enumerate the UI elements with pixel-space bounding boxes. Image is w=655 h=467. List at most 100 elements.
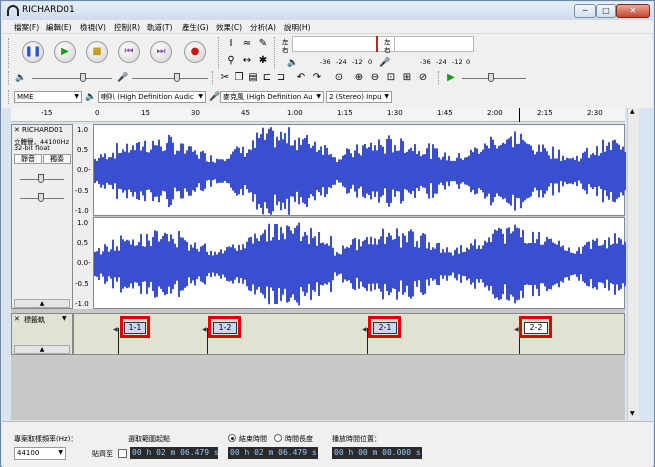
fit-project-icon[interactable]: ⊞	[400, 71, 414, 85]
waveform-sample	[112, 239, 114, 289]
waveform-sample	[316, 151, 318, 191]
menu-tracks[interactable]: 軌道(T)	[147, 22, 172, 33]
play-at-speed-icon[interactable]: ▶	[444, 71, 458, 85]
length-radio[interactable]	[274, 434, 282, 442]
cut-icon[interactable]: ✂	[218, 71, 232, 85]
snap-to-checkbox[interactable]	[118, 449, 127, 458]
label-track[interactable]: ◀ 1-1 ◀ 1-2 ◀ 2-1 ◀ 2-2	[73, 313, 625, 355]
input-volume-slider[interactable]	[132, 78, 208, 79]
waveform-sample	[182, 237, 184, 291]
audio-host-select[interactable]: MME ▼	[14, 91, 82, 103]
tools-grip[interactable]	[218, 37, 221, 69]
output-volume-slider[interactable]	[32, 78, 112, 79]
play-speed-thumb[interactable]	[488, 73, 494, 82]
menu-analyze[interactable]: 分析(A)	[250, 22, 276, 33]
menu-effect[interactable]: 效果(C)	[216, 22, 242, 33]
skip-end-button[interactable]: ⏭	[150, 41, 172, 63]
label-track-name[interactable]: 標籤軌	[24, 315, 45, 325]
input-channels-select[interactable]: 2 (Stereo) Inpu ▼	[326, 91, 392, 103]
sync-lock-icon[interactable]: ⊙	[332, 71, 346, 85]
pan-thumb[interactable]	[38, 193, 44, 202]
zoom-in-icon[interactable]: ⊕	[352, 71, 366, 85]
gain-thumb[interactable]	[38, 174, 44, 183]
meter-grip[interactable]	[274, 37, 277, 69]
waveform-sample	[98, 247, 100, 281]
paste-icon[interactable]: ▤	[246, 71, 260, 85]
waveform-sample	[440, 252, 442, 276]
multi-tool-icon[interactable]: ✱	[256, 54, 270, 68]
speaker-icon[interactable]: 🔈	[286, 56, 300, 70]
label-handle-icon[interactable]: ◀	[113, 326, 118, 333]
menu-edit[interactable]: 編輯(E)	[46, 22, 72, 33]
selection-end-time[interactable]: 00 h 02 m 06.479 s	[228, 447, 318, 459]
draw-tool-icon[interactable]: ✎	[256, 37, 270, 51]
scroll-down-icon[interactable]: ▼	[630, 410, 635, 417]
audio-track-name[interactable]: RICHARD01	[22, 126, 63, 134]
envelope-tool-icon[interactable]: ≈	[240, 37, 254, 51]
project-rate-select[interactable]: 44100 ▼	[14, 447, 66, 460]
input-device-select[interactable]: 麥克風 (High Definition Au ▼	[220, 91, 324, 103]
microphone-icon[interactable]: 🎤	[378, 56, 392, 70]
selection-tool-icon[interactable]: I	[224, 37, 238, 51]
waveform-sample	[496, 230, 498, 298]
toolbar-grip[interactable]	[8, 38, 11, 68]
waveform-sample	[170, 234, 172, 294]
output-device-select[interactable]: 喇叭 (High Definition Audic ▼	[98, 91, 206, 103]
copy-icon[interactable]: ❐	[232, 71, 246, 85]
waveform-sample	[608, 237, 610, 291]
undo-icon[interactable]: ↶	[294, 71, 308, 85]
end-radio[interactable]	[228, 434, 236, 442]
ruler-tick: 1:45	[437, 109, 453, 117]
menu-control[interactable]: 控制(R)	[114, 22, 140, 33]
pause-button[interactable]: ❚❚	[22, 41, 44, 63]
waveform-left-svg	[94, 127, 626, 215]
output-volume-thumb[interactable]	[80, 73, 86, 82]
waveform-right-channel[interactable]	[93, 217, 626, 309]
label-handle-icon[interactable]: ◀	[202, 326, 207, 333]
menu-generate[interactable]: 產生(G)	[182, 22, 209, 33]
mixer-grip[interactable]	[8, 71, 11, 85]
trim-icon[interactable]: ⊏	[260, 71, 274, 85]
menu-view[interactable]: 檢視(V)	[80, 22, 106, 33]
redo-icon[interactable]: ↷	[310, 71, 324, 85]
track-close-icon[interactable]: ✕	[14, 126, 20, 134]
close-button[interactable]: ✕	[616, 4, 650, 18]
play-speed-slider[interactable]	[462, 78, 526, 79]
record-button[interactable]: ●	[184, 41, 206, 63]
label-track-close-icon[interactable]: ✕	[14, 315, 20, 323]
menu-help[interactable]: 說明(H)	[284, 22, 311, 33]
mute-button[interactable]: 靜音	[14, 154, 42, 164]
timeshift-tool-icon[interactable]: ↔	[240, 54, 254, 68]
solo-button[interactable]: 獨奏	[43, 154, 71, 164]
edit-grip[interactable]	[212, 71, 215, 85]
chevron-down-icon[interactable]: ▼	[62, 315, 67, 322]
record-meter[interactable]	[394, 36, 474, 52]
menu-file[interactable]: 檔案(F)	[14, 22, 39, 33]
transcription-grip[interactable]	[438, 71, 441, 85]
input-volume-thumb[interactable]	[174, 73, 180, 82]
maximize-button[interactable]: □	[596, 4, 616, 18]
selection-start-time[interactable]: 00 h 02 m 06.479 s	[130, 447, 218, 459]
waveform-sample	[346, 246, 348, 282]
skip-start-button[interactable]: ⏮	[118, 41, 140, 63]
collapse-track-button[interactable]: ▲	[14, 299, 70, 308]
play-button[interactable]: ▶	[54, 41, 76, 63]
fit-selection-icon[interactable]: ⊡	[384, 71, 398, 85]
audio-position-time[interactable]: 00 h 00 m 00.000 s	[332, 447, 422, 459]
waveform-sample	[354, 237, 356, 291]
scroll-up-icon[interactable]: ▲	[630, 108, 635, 115]
timeline-ruler[interactable]: -15 0 15 30 45 1:00 1:15 1:30 1:45 2:00 …	[11, 108, 625, 122]
label-handle-icon[interactable]: ◀	[362, 326, 367, 333]
collapse-label-track-button[interactable]: ▲	[14, 345, 70, 354]
zoom-tool-icon[interactable]: ⚲	[224, 54, 238, 68]
waveform-sample	[598, 245, 600, 283]
minimize-button[interactable]: ─	[574, 4, 596, 18]
stop-button[interactable]: ■	[86, 41, 108, 63]
silence-icon[interactable]: ⊐	[274, 71, 288, 85]
zoom-toggle-icon[interactable]: ⊘	[416, 71, 430, 85]
vertical-scrollbar[interactable]: ▲ ▼	[627, 108, 639, 420]
label-handle-icon[interactable]: ◀	[514, 326, 519, 333]
device-grip[interactable]	[8, 90, 11, 104]
waveform-left-channel[interactable]	[93, 124, 626, 216]
zoom-out-icon[interactable]: ⊖	[368, 71, 382, 85]
